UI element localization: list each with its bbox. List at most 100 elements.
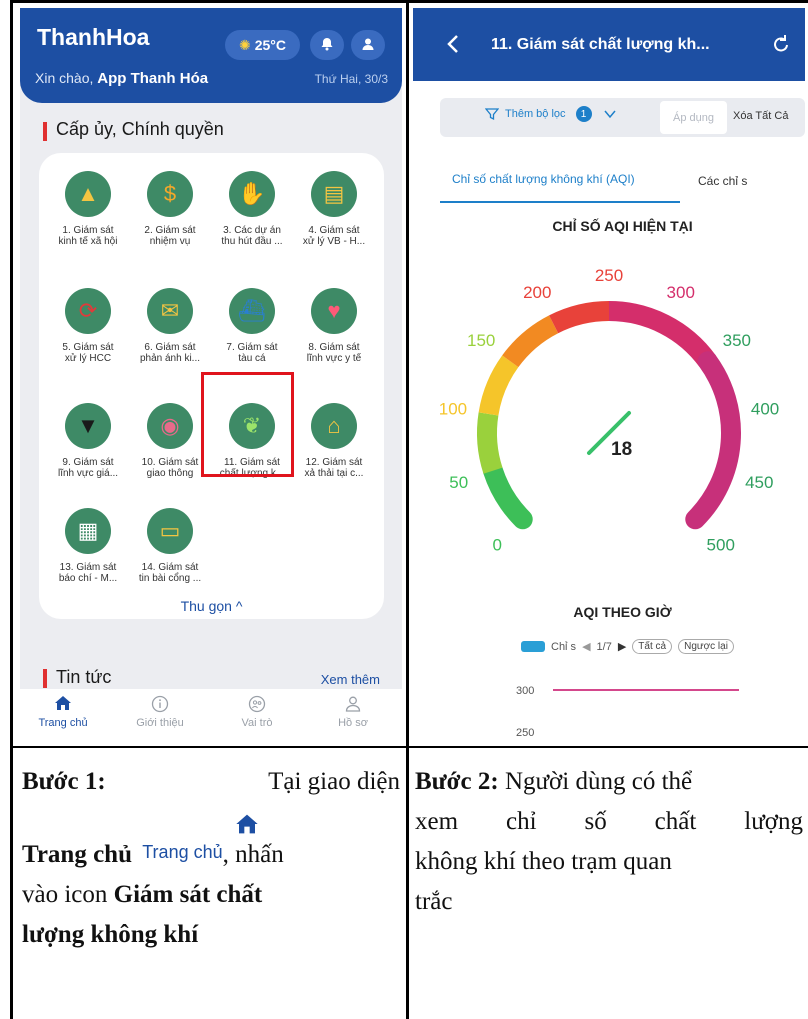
clear-all-button[interactable]: Xóa Tất Cả	[733, 110, 788, 122]
tab-other-label: Các chỉ s	[698, 174, 748, 188]
refresh-button[interactable]	[772, 34, 790, 59]
tab-other-metrics[interactable]: Các chỉ s	[698, 172, 747, 190]
feature-tile-label: 3. Các dự án thu hút đầu ...	[221, 225, 283, 247]
news-marker	[43, 669, 47, 688]
gauge-segment	[608, 301, 716, 368]
pager-text: 1/7	[596, 640, 612, 653]
nav-home-label: Trang chủ	[38, 717, 88, 729]
highlight-box	[201, 372, 294, 477]
profile-button[interactable]	[351, 30, 385, 60]
tab-aqi-label: Chỉ số chất lượng không khí (AQI)	[452, 172, 635, 186]
ship-icon: ⛴	[229, 288, 275, 334]
step2-line2: xem chỉ số chất lượng	[415, 808, 803, 835]
apply-button[interactable]: Áp dụng	[660, 101, 727, 134]
feature-tile-9[interactable]: ▼ 9. Giám sát lĩnh vực giá...	[45, 403, 131, 479]
add-filter-label: Thêm bộ lọc	[505, 108, 566, 120]
gauge-value: 18	[611, 439, 632, 460]
step1-text-c: vào icon	[22, 881, 108, 908]
feature-tile-5[interactable]: ⟳ 5. Giám sát xử lý HCC	[45, 288, 131, 364]
section-title: Cấp ủy, Chính quyền	[56, 119, 224, 139]
feature-tile-7[interactable]: ⛴ 7. Giám sát tàu cá	[209, 288, 295, 364]
gauge-tick-label: 0	[493, 536, 502, 555]
heartbeat-icon: ♥	[311, 288, 357, 334]
add-filter-button[interactable]: Thêm bộ lọc 1	[485, 106, 616, 122]
nav-about[interactable]: Giới thiệu	[125, 689, 195, 729]
nav-home[interactable]: Trang chủ	[28, 689, 98, 729]
step2-line4: trắc	[415, 888, 453, 915]
all-button[interactable]: Tất cả	[632, 639, 673, 654]
chevron-left-icon	[447, 35, 458, 53]
bell-icon	[320, 37, 334, 54]
role-icon	[222, 695, 292, 719]
nav-role-label: Vai trò	[241, 717, 273, 729]
step2-line3: không khí theo trạm quan	[415, 848, 672, 875]
feature-tile-label: 8. Giám sát lĩnh vực y tế	[306, 342, 362, 364]
gauge-segment	[502, 315, 559, 368]
back-button[interactable]	[446, 34, 460, 59]
feature-tile-1[interactable]: ▲ 1. Giám sát kinh tế xã hội	[45, 171, 131, 247]
nav-role[interactable]: Vai trò	[222, 689, 292, 729]
feature-tile-13[interactable]: ▦ 13. Giám sát báo chí - M...	[45, 508, 131, 584]
gauge-tick-label: 100	[439, 399, 467, 418]
home-icon	[235, 808, 259, 848]
weather-value: 25°C	[254, 37, 286, 53]
apply-label: Áp dụng	[673, 111, 714, 124]
feature-tile-6[interactable]: ✉ 6. Giám sát phản ánh ki...	[127, 288, 213, 364]
gauge-tick-label: 200	[523, 283, 551, 302]
home-header	[20, 8, 402, 103]
weather-chip[interactable]: ✺ 25°C	[225, 30, 300, 60]
chart-growth-icon: ▲	[65, 171, 111, 217]
feature-tile-4[interactable]: ▤ 4. Giám sát xử lý VB - H...	[291, 171, 377, 247]
gauge-segment	[685, 351, 741, 530]
feature-tile-label: 4. Giám sát xử lý VB - H...	[302, 225, 366, 247]
camera-icon: ◉	[147, 403, 193, 449]
nav-profile[interactable]: Hồ sơ	[318, 689, 388, 729]
prev-page-icon[interactable]: ◀	[582, 640, 590, 653]
table-border-top	[10, 0, 808, 3]
feature-tile-12[interactable]: ⌂ 12. Giám sát xả thải tại c...	[291, 403, 377, 479]
step2-line1: Người dùng có thể	[504, 768, 693, 795]
step1-home-bold: Trang chủ	[22, 841, 132, 868]
feature-tile-label: 1. Giám sát kinh tế xã hội	[58, 225, 118, 247]
graduation-cap-icon: ▼	[65, 403, 111, 449]
next-page-icon[interactable]: ▶	[618, 640, 626, 653]
series-swatch	[521, 641, 545, 652]
series-line	[553, 689, 739, 691]
feature-tile-14[interactable]: ▭ 14. Giám sát tin bài cổng ...	[127, 508, 213, 584]
step2-caption: Bước 2: Người dùng có thể xem chỉ số chấ…	[415, 762, 803, 922]
table-border-left	[10, 0, 13, 1019]
nav-about-label: Giới thiệu	[136, 717, 184, 729]
right-phone-screenshot: 11. Giám sát chất lượng kh... Thêm bộ lọ…	[413, 8, 805, 742]
left-phone-screenshot: ThanhHoa ✺ 25°C Xin chào, App Thanh Hóa …	[20, 8, 402, 740]
filter-count-badge: 1	[575, 106, 592, 122]
step1-label: Bước 1:	[22, 768, 106, 795]
tab-aqi[interactable]: Chỉ số chất lượng không khí (AQI)	[440, 149, 680, 203]
monitor-icon: ▭	[147, 508, 193, 554]
news-title: Tin tức	[56, 667, 112, 687]
collapse-button[interactable]: Thu gọn ^	[39, 598, 384, 614]
feature-tile-2[interactable]: $2. Giám sát nhiệm vụ	[127, 171, 213, 247]
gauge-tick-label: 500	[707, 536, 735, 555]
filter-bar: Thêm bộ lọc 1 Áp dụng Xóa Tất Cả	[440, 98, 805, 137]
reverse-button[interactable]: Ngược lại	[678, 639, 734, 654]
notification-button[interactable]	[310, 30, 344, 60]
coin-icon: $	[147, 171, 193, 217]
gauge-segment	[478, 355, 519, 416]
see-more-link[interactable]: Xem thêm	[321, 672, 380, 687]
cycle-arrows-icon: ⟳	[65, 288, 111, 334]
funnel-icon	[485, 108, 499, 121]
feature-tile-label: 14. Giám sát tin bài cổng ...	[138, 562, 202, 584]
detail-title: 11. Giám sát chất lượng kh...	[491, 36, 710, 53]
gauge-tick-label: 150	[467, 331, 495, 350]
hand-coin-icon: ✋	[229, 171, 275, 217]
feature-tile-label: 12. Giám sát xả thải tại c...	[304, 457, 364, 479]
sun-icon: ✺	[238, 36, 251, 53]
y-tick-250: 250	[516, 727, 535, 739]
gauge-segment	[482, 460, 533, 530]
refresh-icon	[774, 35, 788, 52]
section-marker	[43, 122, 47, 141]
feature-tile-label: 9. Giám sát lĩnh vực giá...	[57, 457, 119, 479]
feature-tile-8[interactable]: ♥ 8. Giám sát lĩnh vực y tế	[291, 288, 377, 364]
feature-tile-3[interactable]: ✋ 3. Các dự án thu hút đầu ...	[209, 171, 295, 247]
aqi-gauge: 0 50 100 150 200 250 300 350 400 450 500 18	[439, 266, 779, 555]
